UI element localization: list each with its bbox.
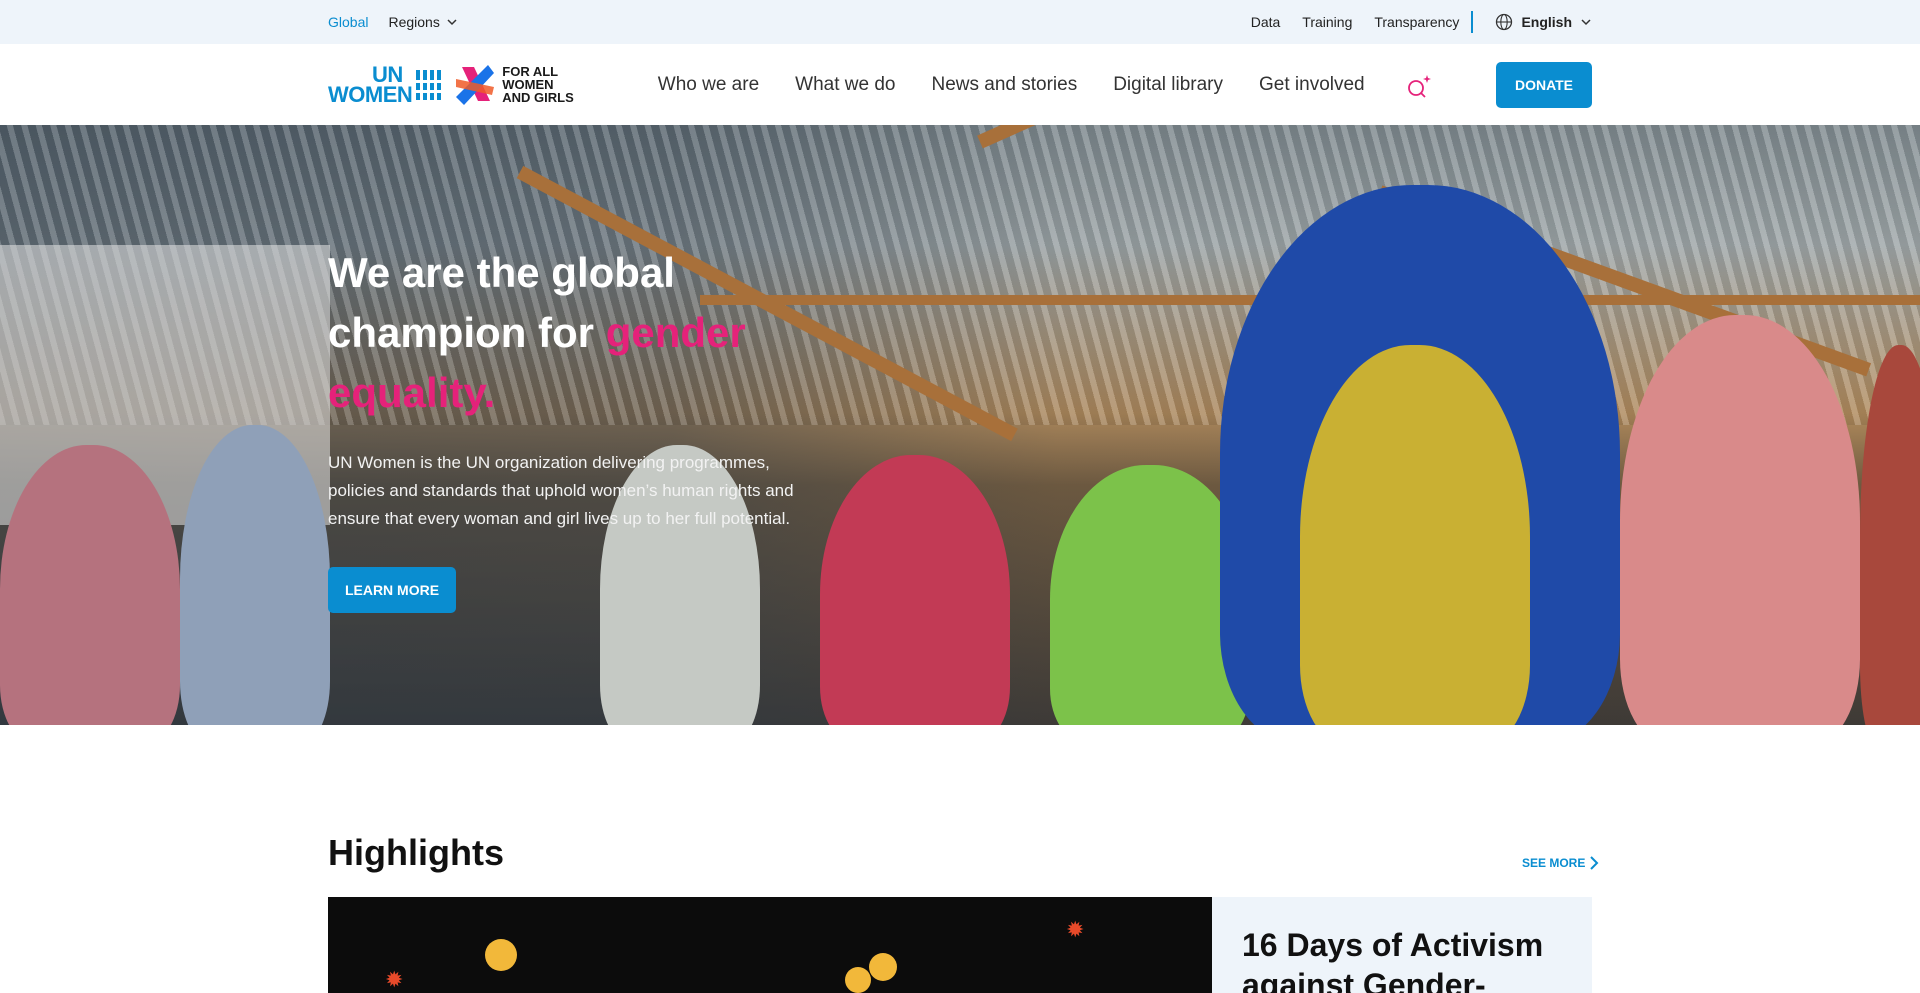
highlight-card-title: 16 Days of Activism against Gender- bbox=[1242, 927, 1544, 993]
hero-headline: We are the global champion for gender eq… bbox=[328, 243, 808, 423]
see-more-link[interactable]: SEE MORE bbox=[1522, 856, 1599, 870]
nav-digital-library[interactable]: Digital library bbox=[1113, 74, 1223, 96]
divider bbox=[1471, 11, 1474, 33]
emoji-graphic bbox=[845, 967, 871, 993]
highlights-heading: Highlights bbox=[328, 832, 504, 873]
transparency-link[interactable]: Transparency bbox=[1374, 14, 1459, 30]
highlight-card-image[interactable]: ✹ ✹ bbox=[328, 897, 1212, 993]
hero-description: UN Women is the UN organization deliveri… bbox=[328, 453, 794, 528]
site-logo[interactable]: UN WOMEN FOR ALL WOMEN AND GIRLS bbox=[328, 61, 574, 109]
for-all-women-logo: FOR ALL WOMEN AND GIRLS bbox=[454, 61, 574, 109]
nav-news-and-stories[interactable]: News and stories bbox=[931, 74, 1077, 96]
main-header: UN WOMEN FOR ALL WOMEN AND GIRLS Who we … bbox=[0, 44, 1920, 125]
spark-graphic: ✹ bbox=[385, 967, 404, 992]
training-link[interactable]: Training bbox=[1302, 14, 1352, 30]
regions-label: Regions bbox=[388, 14, 440, 30]
chevron-down-icon bbox=[1581, 19, 1591, 26]
hero-banner: We are the global champion for gender eq… bbox=[0, 125, 1920, 725]
utility-bar: Global Regions Data Training Transparenc… bbox=[0, 0, 1920, 44]
see-more-label: SEE MORE bbox=[1522, 856, 1586, 870]
search-button[interactable] bbox=[1405, 73, 1431, 98]
emoji-graphic bbox=[869, 953, 897, 981]
globe-icon bbox=[1496, 13, 1513, 31]
data-link[interactable]: Data bbox=[1251, 14, 1281, 30]
chevron-right-icon bbox=[1590, 856, 1599, 870]
hero-content: We are the global champion for gender eq… bbox=[328, 243, 808, 613]
un-women-logo: UN WOMEN bbox=[328, 63, 443, 107]
hero-photo-person bbox=[1300, 345, 1530, 725]
search-icon bbox=[1407, 74, 1431, 98]
spark-graphic: ✹ bbox=[1066, 917, 1085, 942]
tagline-line-3: AND GIRLS bbox=[502, 90, 574, 105]
logo-text-women: WOMEN bbox=[328, 81, 413, 107]
learn-more-button[interactable]: LEARN MORE bbox=[328, 567, 456, 613]
hero-photo-person bbox=[180, 425, 330, 725]
chevron-down-icon bbox=[447, 19, 457, 26]
hero-photo-person bbox=[0, 445, 180, 725]
nav-get-involved[interactable]: Get involved bbox=[1259, 74, 1365, 96]
generation-equality-mark-icon bbox=[456, 64, 495, 105]
regions-dropdown[interactable]: Regions bbox=[388, 14, 457, 30]
highlight-card-text[interactable]: 16 Days of Activism against Gender- bbox=[1212, 897, 1592, 993]
language-label: English bbox=[1521, 14, 1572, 30]
language-selector[interactable]: English bbox=[1495, 13, 1592, 31]
hero-photo-person bbox=[1620, 315, 1860, 725]
global-link[interactable]: Global bbox=[328, 14, 368, 30]
main-nav: Who we are What we do News and stories D… bbox=[658, 74, 1365, 96]
emoji-graphic bbox=[485, 939, 517, 971]
hero-photo-person bbox=[820, 455, 1010, 725]
nav-who-we-are[interactable]: Who we are bbox=[658, 74, 759, 96]
un-emblem-icon bbox=[414, 69, 443, 100]
donate-button[interactable]: DONATE bbox=[1496, 61, 1592, 108]
nav-what-we-do[interactable]: What we do bbox=[795, 74, 895, 96]
